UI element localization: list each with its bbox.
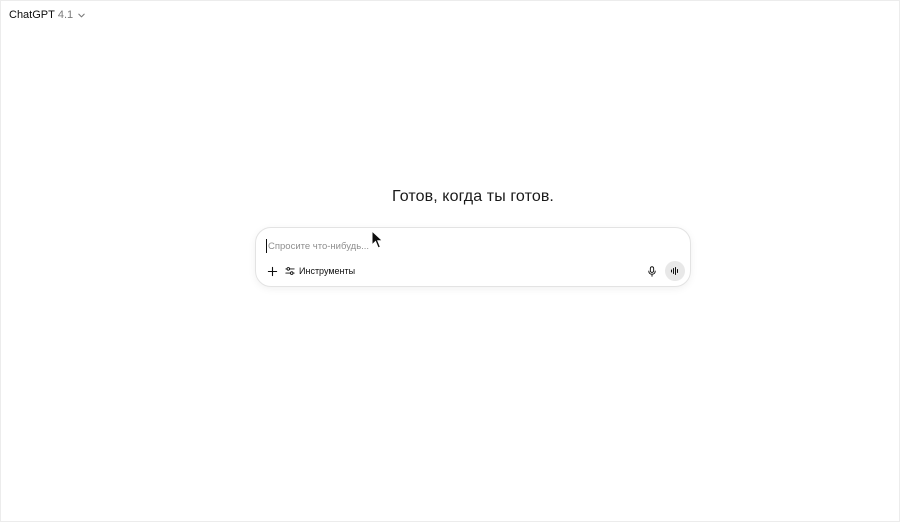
sliders-icon [285,267,295,275]
welcome-headline: Готов, когда ты готов. [392,188,554,205]
voice-wave-icon [671,267,678,275]
chevron-down-icon [77,11,86,20]
prompt-input[interactable] [266,239,606,253]
dictate-button[interactable] [644,263,660,279]
tools-button[interactable]: Инструменты [285,263,355,279]
voice-mode-button[interactable] [665,261,685,281]
model-version: 4.1 [57,9,74,21]
composer: Инструменты [255,227,691,287]
model-name: ChatGPT [9,9,55,21]
add-attachment-button[interactable] [264,263,280,279]
model-switcher[interactable]: ChatGPT 4.1 [7,8,88,22]
tools-label: Инструменты [299,266,356,276]
plus-icon [267,266,277,276]
microphone-icon [648,265,656,277]
app-window: ChatGPT 4.1 Готов, когда ты готов. Инстр… [0,0,900,522]
